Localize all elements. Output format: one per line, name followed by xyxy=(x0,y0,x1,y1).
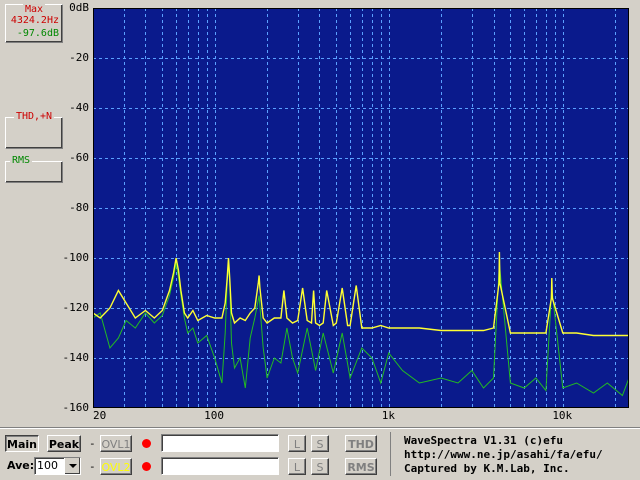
credit-captured-by: Captured by K.M.Lab, Inc. xyxy=(404,462,570,475)
x-tick-label: 1k xyxy=(381,409,395,422)
x-tick-label: 10k xyxy=(552,409,573,422)
y-tick-label: 0dB xyxy=(69,1,89,14)
y-tick-label: -20 xyxy=(69,51,89,64)
ovl2-button[interactable]: OVL2 xyxy=(100,458,132,475)
y-tick-label: -160 xyxy=(62,401,90,414)
y-tick-label: -80 xyxy=(69,201,89,214)
x-tick-label: 100 xyxy=(204,409,225,422)
ovl2-dash: - xyxy=(89,460,96,473)
max-title: Max xyxy=(22,4,46,15)
rms-button[interactable]: RMS xyxy=(345,458,377,475)
y-tick-label: -60 xyxy=(69,151,89,164)
ovl1-s-button[interactable]: S xyxy=(311,435,329,452)
max-readout-box: Max 4324.2Hz -97.6dB xyxy=(5,4,63,43)
credit-url: http://www.ne.jp/asahi/fa/efu/ xyxy=(404,448,603,461)
credit-version: WaveSpectra V1.31 (c)efu xyxy=(404,434,563,447)
ave-label: Ave: xyxy=(7,459,35,472)
ovl1-record-icon[interactable] xyxy=(139,435,154,452)
ovl2-s-button[interactable]: S xyxy=(311,458,329,475)
thd-readout-box: THD,+N xyxy=(5,111,63,149)
ovl2-l-button[interactable]: L xyxy=(288,458,306,475)
credits-separator xyxy=(390,432,391,476)
main-button[interactable]: Main xyxy=(5,435,39,452)
average-dropdown-button[interactable] xyxy=(64,458,80,474)
x-tick-label: 20 xyxy=(93,409,107,422)
ovl1-l-button[interactable]: L xyxy=(288,435,306,452)
thd-button[interactable]: THD xyxy=(345,435,377,452)
ovl2-record-icon[interactable] xyxy=(139,458,154,475)
max-freq-value: 4324.2Hz xyxy=(10,15,59,26)
chevron-down-icon xyxy=(69,464,77,468)
y-tick-label: -140 xyxy=(62,351,90,364)
average-select-value: 100 xyxy=(37,459,58,472)
ovl1-dash: - xyxy=(89,437,96,450)
rms-readout-box: RMS xyxy=(5,155,63,183)
ovl2-name-field[interactable] xyxy=(161,457,279,475)
spectrum-plot[interactable] xyxy=(93,8,629,408)
thd-title: THD,+N xyxy=(13,111,55,122)
ovl1-button[interactable]: OVL1 xyxy=(100,435,132,452)
bottom-separator-hl xyxy=(0,428,640,429)
ovl1-name-field[interactable] xyxy=(161,434,279,452)
rms-title: RMS xyxy=(10,155,33,166)
y-tick-label: -120 xyxy=(62,301,90,314)
max-level-value: -97.6dB xyxy=(16,28,59,39)
y-tick-label: -100 xyxy=(62,251,90,264)
peak-button[interactable]: Peak xyxy=(47,435,81,452)
y-tick-label: -40 xyxy=(69,101,89,114)
average-select[interactable]: 100 xyxy=(34,457,81,475)
